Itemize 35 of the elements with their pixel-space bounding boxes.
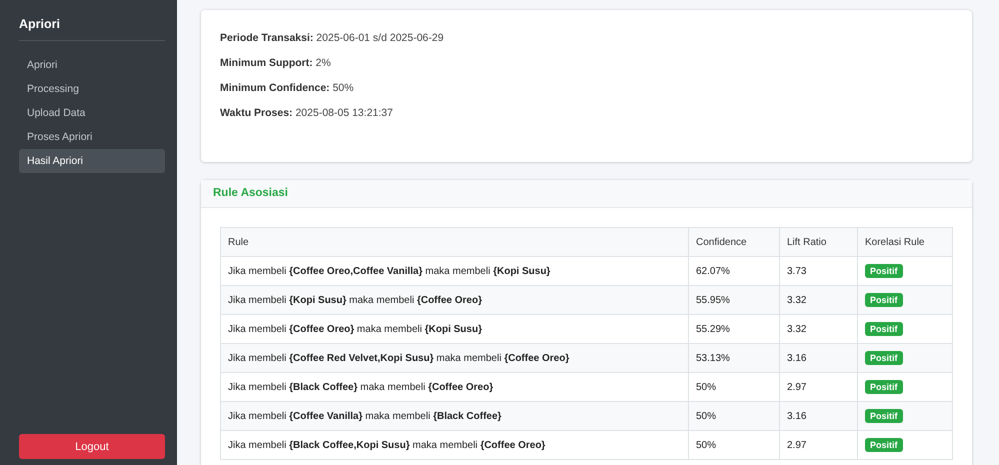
info-text: Minimum Support: 2% <box>220 57 332 70</box>
table-cell: Jika membeli {Coffee Vanilla} maka membeli {Black Coffee} <box>220 402 688 430</box>
column-header: Lift Ratio <box>780 228 858 256</box>
sidebar-item[interactable]: Apriori <box>19 53 165 77</box>
table-cell: 3.16 <box>780 344 858 372</box>
info-text: Periode Transaksi: 2025-06-01 s/d 2025-06-29 <box>220 32 445 45</box>
table-cell: 50% <box>688 402 780 430</box>
sidebar-item[interactable]: Upload Data <box>19 101 165 125</box>
table-cell: Jika membeli {Coffee Red Velvet,Kopi Susu} maka membeli {Coffee Oreo} <box>220 344 688 372</box>
table-cell: 3.32 <box>780 286 858 314</box>
table-cell: Jika membeli {Kopi Susu} maka membeli {Coffee Oreo} <box>220 286 688 314</box>
sidebar-item[interactable]: Hasil Apriori <box>19 149 165 173</box>
info-text: Waktu Proses: 2025-08-05 13:21:37 <box>220 107 394 120</box>
table-cell: 3.16 <box>780 402 858 430</box>
correlation-badge: Positif <box>865 438 903 452</box>
card-title: Rule Asosiasi <box>213 187 288 199</box>
table-cell: Jika membeli {Black Coffee,Kopi Susu} maka membeli {Coffee Oreo} <box>220 430 688 460</box>
column-header: Korelasi Rule <box>858 228 952 256</box>
column-header: Rule <box>220 228 688 256</box>
correlation-badge: Positif <box>865 322 903 336</box>
correlation-badge: Positif <box>865 351 903 365</box>
table-cell: 55.95% <box>688 286 780 314</box>
correlation-badge: Positif <box>865 380 903 394</box>
correlation-badge: Positif <box>865 409 903 423</box>
correlation-badge: Positif <box>865 293 903 307</box>
logout-button[interactable]: Logout <box>19 434 165 459</box>
sidebar-item[interactable]: Proses Apriori <box>19 125 165 149</box>
correlation-badge: Positif <box>865 264 903 278</box>
info-text: Minimum Confidence: 50% <box>220 82 355 95</box>
table-cell: 2.97 <box>780 430 858 460</box>
column-header: Confidence <box>688 228 780 256</box>
table-cell: 53.13% <box>688 344 780 372</box>
sidebar-title: Apriori <box>19 0 165 41</box>
table-cell: 50% <box>688 430 780 460</box>
sidebar-item[interactable]: Processing <box>19 77 165 101</box>
